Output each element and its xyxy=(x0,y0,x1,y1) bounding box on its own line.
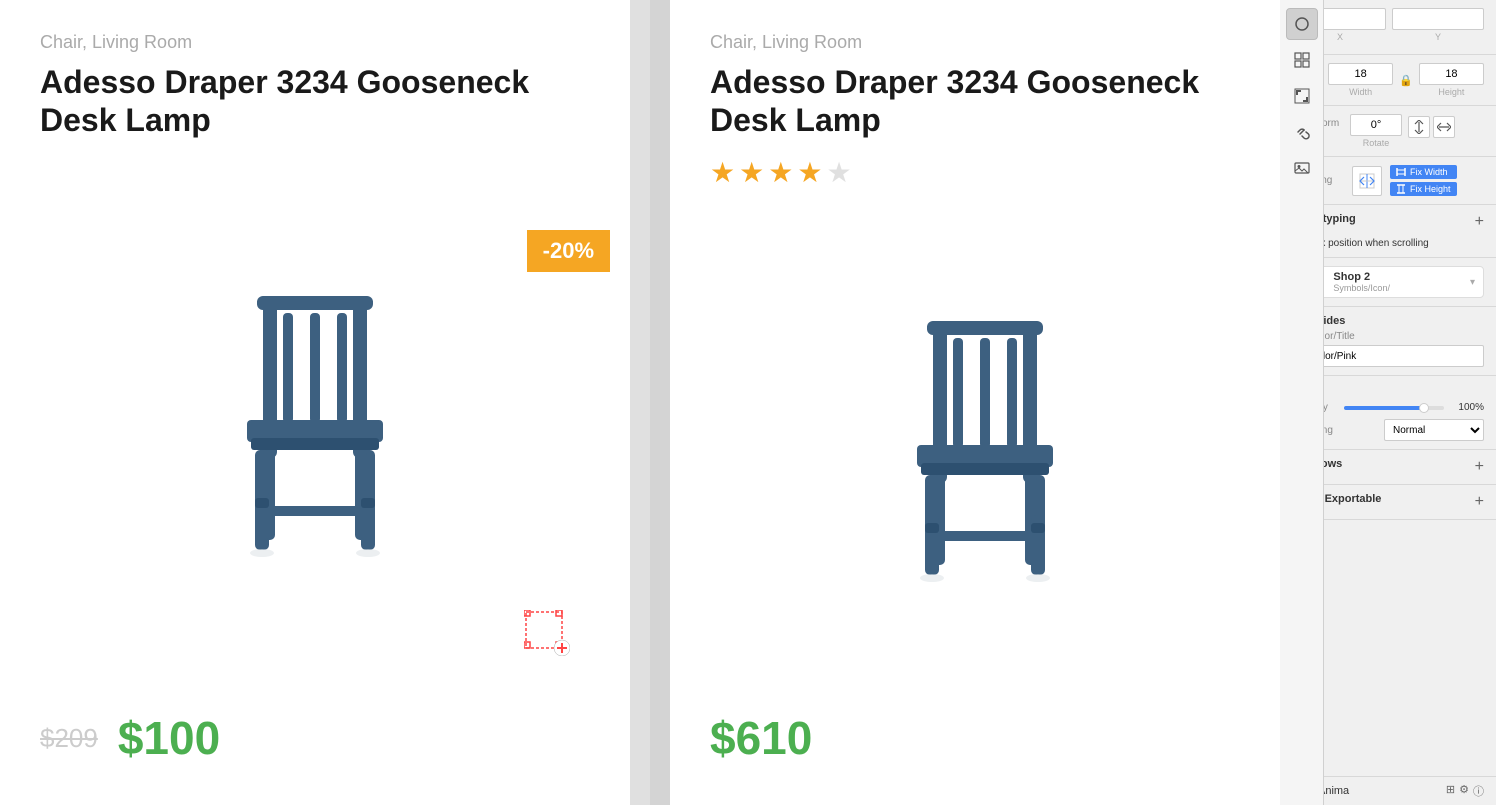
make-exportable-add-btn[interactable]: + xyxy=(1475,493,1484,511)
star-4: ★ xyxy=(797,156,822,189)
width-input[interactable] xyxy=(1328,63,1393,85)
anima-settings-icon[interactable]: ⚙ xyxy=(1459,783,1469,799)
tool-grid[interactable] xyxy=(1286,44,1318,76)
selection-add-icon[interactable] xyxy=(524,610,570,661)
lock-icon: 🔒 xyxy=(1399,74,1413,87)
anima-grid-icon[interactable]: ⊞ xyxy=(1446,783,1455,799)
chair-svg-1 xyxy=(195,268,435,568)
rotate-label: Rotate xyxy=(1363,138,1390,148)
shadows-add-btn[interactable]: + xyxy=(1475,458,1484,476)
rotate-input[interactable] xyxy=(1350,114,1402,136)
product-title-2: Adesso Draper 3234 Gooseneck Desk Lamp xyxy=(710,63,1260,140)
product-card-2: Chair, Living Room Adesso Draper 3234 Go… xyxy=(670,0,1281,805)
category-label-2: Chair, Living Room xyxy=(710,32,1260,53)
price-original-1: $209 xyxy=(40,723,98,754)
blending-select[interactable]: Normal xyxy=(1384,419,1484,441)
product-title-1: Adesso Draper 3234 Gooseneck Desk Lamp xyxy=(40,63,590,140)
right-panel: X Y Size Width 🔒 Height Transform xyxy=(1281,0,1496,805)
chair-svg-2 xyxy=(865,293,1105,593)
y-input[interactable] xyxy=(1392,8,1484,30)
fix-height-button[interactable]: Fix Height xyxy=(1390,182,1457,196)
price-sale-1: $100 xyxy=(118,711,220,765)
symbol-name: Shop 2 xyxy=(1333,271,1462,283)
price-area-1: $209 $100 xyxy=(40,701,590,765)
height-label: Height xyxy=(1438,87,1464,97)
tool-link[interactable] xyxy=(1286,116,1318,148)
y-label: Y xyxy=(1435,32,1441,42)
price-area-2: $610 xyxy=(710,701,1260,765)
tool-circle[interactable] xyxy=(1286,8,1318,40)
anima-label: Anima xyxy=(1318,785,1438,797)
canvas-area: Chair, Living Room Adesso Draper 3234 Go… xyxy=(0,0,1281,805)
fix-width-button[interactable]: Fix Width xyxy=(1390,165,1457,179)
tool-image[interactable] xyxy=(1286,152,1318,184)
width-label: Width xyxy=(1349,87,1372,97)
resizing-box[interactable] xyxy=(1352,166,1382,196)
star-3: ★ xyxy=(768,156,793,189)
prototyping-add-btn[interactable]: + xyxy=(1475,213,1484,231)
category-label-1: Chair, Living Room xyxy=(40,32,590,53)
symbol-path: Symbols/Icon/ xyxy=(1333,283,1462,293)
height-input[interactable] xyxy=(1419,63,1484,85)
card-separator xyxy=(650,0,670,805)
product-card-1: Chair, Living Room Adesso Draper 3234 Go… xyxy=(0,0,630,805)
star-2: ★ xyxy=(739,156,764,189)
discount-badge-1: -20% xyxy=(527,230,610,272)
x-label: X xyxy=(1337,32,1343,42)
stars-2: ★ ★ ★ ★ ★ xyxy=(710,156,1260,189)
flip-v-button[interactable] xyxy=(1433,116,1455,138)
star-1: ★ xyxy=(710,156,735,189)
fix-scroll-label: Fix position when scrolling xyxy=(1312,238,1429,249)
star-5: ★ xyxy=(826,156,851,189)
price-sale-2: $610 xyxy=(710,711,812,765)
chair-image-2 xyxy=(710,205,1260,681)
anima-info-icon[interactable]: ⓘ xyxy=(1473,783,1484,799)
fix-height-label: Fix Height xyxy=(1410,184,1451,194)
opacity-value: 100% xyxy=(1452,402,1484,413)
fix-width-label: Fix Width xyxy=(1410,167,1448,177)
tool-resize[interactable] xyxy=(1286,80,1318,112)
flip-h-button[interactable] xyxy=(1408,116,1430,138)
opacity-slider[interactable] xyxy=(1344,406,1444,410)
chair-image-1 xyxy=(40,156,590,681)
symbol-dropdown-icon: ▾ xyxy=(1470,277,1475,288)
